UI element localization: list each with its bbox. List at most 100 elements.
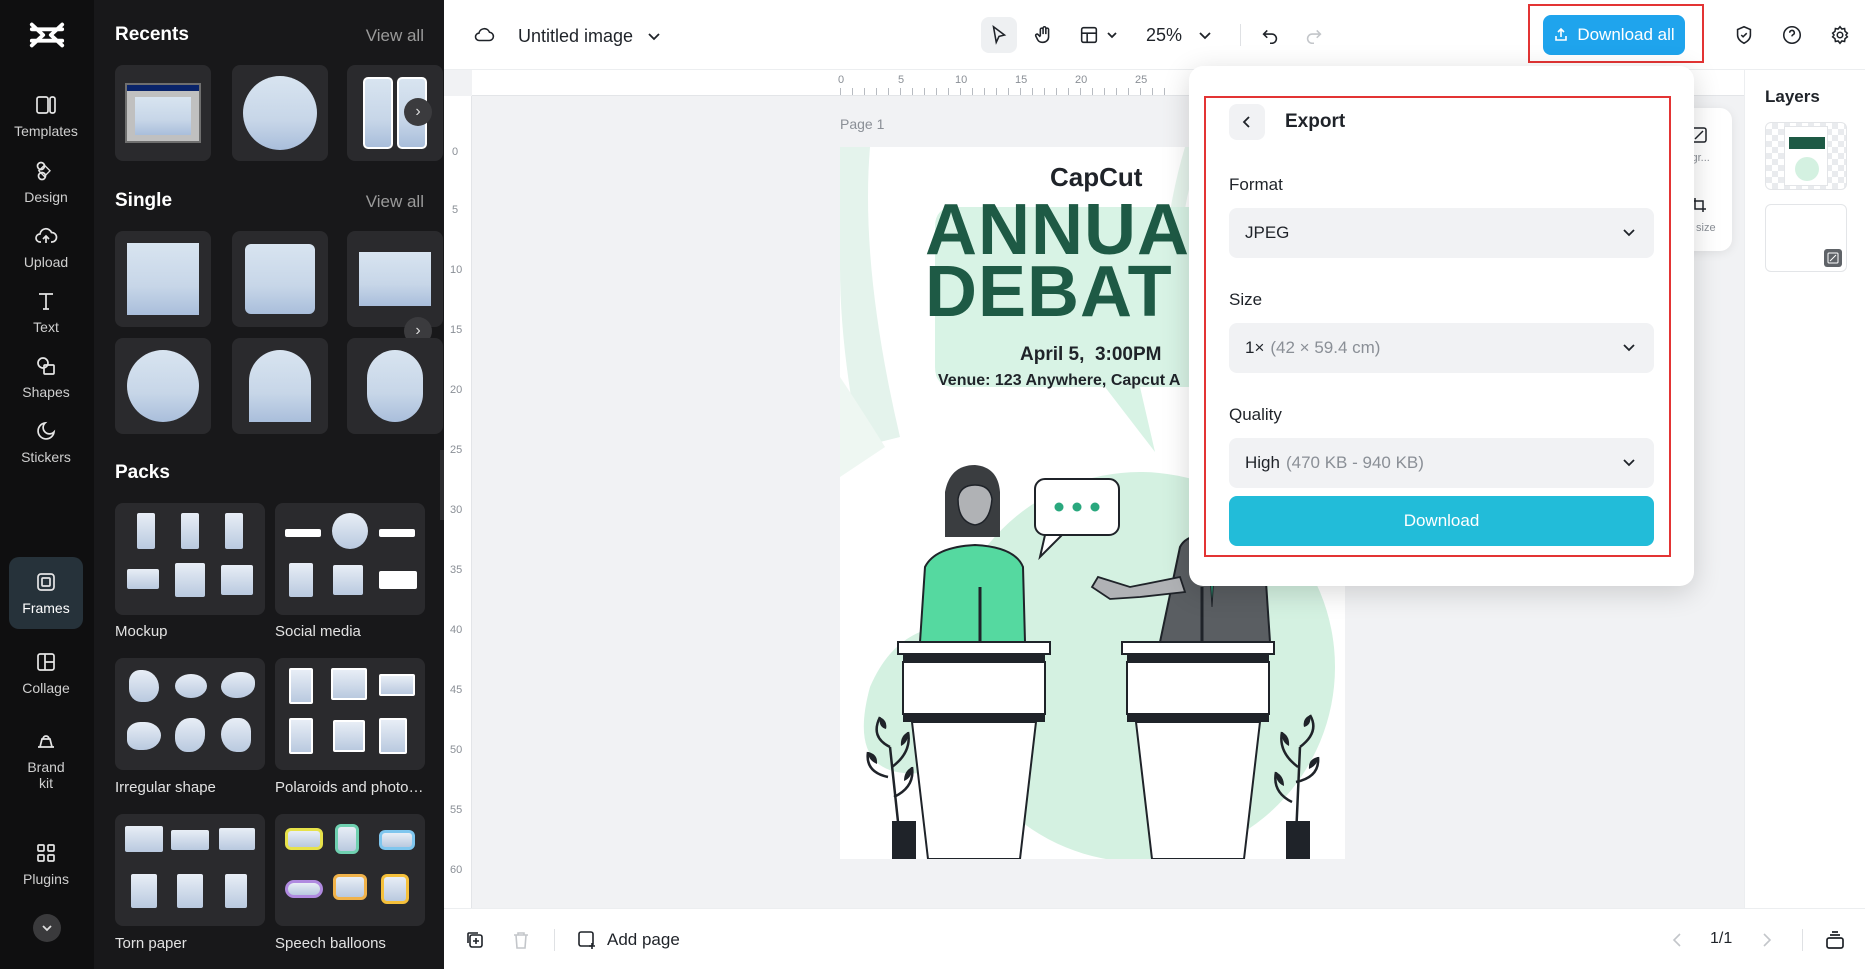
ruler-label: 20: [450, 384, 463, 396]
left-rail: Templates Design Upload Text Shapes Stic…: [0, 0, 94, 969]
rail-item-templates[interactable]: Templates: [9, 80, 83, 152]
brand-kit-icon: [38, 735, 54, 748]
recents-next-button[interactable]: ›: [404, 98, 432, 126]
poster-venue: Venue: 123 Anywhere, Capcut A: [938, 372, 1181, 389]
zoom-dropdown[interactable]: 25%: [1146, 17, 1212, 53]
rail-item-text[interactable]: Text: [9, 276, 83, 348]
pack-torn-paper[interactable]: [115, 814, 265, 926]
recent-frame-thumb[interactable]: [115, 65, 211, 161]
frames-icon: [37, 573, 55, 591]
pack-polaroids[interactable]: [275, 658, 425, 770]
help-icon: [1782, 25, 1802, 45]
rail-item-plugins[interactable]: Plugins: [9, 828, 83, 900]
pack-label: Irregular shape: [115, 779, 216, 796]
duplicate-page-button[interactable]: [464, 929, 486, 951]
settings-button[interactable]: [1822, 17, 1858, 53]
single-frame-thumb[interactable]: [232, 338, 328, 434]
add-page-label: Add page: [607, 930, 680, 949]
layers-title: Layers: [1765, 87, 1820, 106]
rail-label: Collage: [22, 680, 70, 696]
rail-item-brand-kit[interactable]: Brand kit: [9, 718, 83, 802]
ruler-label: 60: [450, 864, 463, 876]
chevron-down-icon: [648, 33, 660, 41]
capcut-logo-icon[interactable]: [28, 18, 66, 52]
single-frame-thumb[interactable]: [115, 338, 211, 434]
single-frame-thumb[interactable]: [347, 231, 443, 327]
ruler-label: 25: [1135, 74, 1148, 86]
download-all-highlight: [1528, 4, 1704, 63]
layout-dropdown[interactable]: [1078, 17, 1118, 53]
recents-view-all-link[interactable]: View all: [366, 26, 424, 46]
pack-label: Social media: [275, 623, 361, 640]
ruler-label: 35: [450, 564, 463, 576]
add-page-button[interactable]: Add page: [577, 926, 680, 954]
redo-icon: [1306, 29, 1322, 45]
tool-label: size: [1696, 222, 1716, 234]
page-counter: 1/1: [1710, 930, 1733, 947]
delete-page-button[interactable]: [510, 929, 532, 951]
layer-thumb-poster[interactable]: [1765, 122, 1847, 190]
recent-frame-thumb[interactable]: [232, 65, 328, 161]
rail-label: Upload: [23, 254, 69, 270]
ruler-label: 20: [1075, 74, 1088, 86]
pack-label: Torn paper: [115, 935, 187, 952]
page-manager-button[interactable]: [1822, 927, 1848, 953]
ruler-ticks: [840, 88, 1170, 95]
rail-label: Shapes: [22, 384, 70, 400]
zoom-level: 25%: [1146, 24, 1183, 45]
next-page-button[interactable]: [1756, 929, 1778, 951]
rail-item-frames[interactable]: Frames: [9, 557, 83, 629]
shapes-icon: [37, 357, 55, 375]
single-frame-thumb[interactable]: [232, 231, 328, 327]
pack-irregular-shape[interactable]: [115, 658, 265, 770]
pack-social-media[interactable]: [275, 503, 425, 615]
recents-title: Recents: [115, 24, 189, 45]
rail-label: Text: [33, 319, 59, 335]
layer-thumb-background[interactable]: [1765, 204, 1847, 272]
page-label: Page 1: [840, 116, 885, 132]
ruler-label: 45: [450, 684, 463, 696]
ruler-label: 30: [450, 504, 463, 516]
duplicate-icon: [467, 932, 483, 948]
rail-label: Stickers: [21, 449, 71, 465]
ruler-label: 10: [955, 74, 968, 86]
previous-page-button[interactable]: [1666, 929, 1688, 951]
chevron-down-icon: [42, 925, 52, 932]
rail-item-upload[interactable]: Upload: [9, 211, 83, 283]
frames-panel: Recents View all › Single View all › Pac…: [94, 0, 444, 969]
rail-item-stickers[interactable]: Stickers: [9, 406, 83, 478]
single-frame-thumb[interactable]: [115, 231, 211, 327]
rail-item-collage[interactable]: Collage: [9, 637, 83, 709]
rail-item-shapes[interactable]: Shapes: [9, 341, 83, 413]
templates-icon: [36, 96, 56, 114]
design-icon: [36, 161, 51, 181]
redo-button[interactable]: [1296, 17, 1332, 53]
trash-icon: [514, 932, 528, 949]
document-title-dropdown[interactable]: Untitled image: [518, 22, 661, 50]
export-highlight: [1204, 96, 1671, 557]
single-view-all-link[interactable]: View all: [366, 192, 424, 212]
document-title: Untitled image: [518, 25, 634, 46]
vertical-ruler: 0 5 10 15 20 25 30 35 40 45 50 55 60: [444, 96, 472, 908]
shield-button[interactable]: [1726, 17, 1762, 53]
rail-more-button[interactable]: [33, 914, 61, 942]
hand-tool-button[interactable]: [1026, 17, 1062, 53]
poster-brand: CapCut: [1050, 162, 1143, 192]
cloud-save-icon[interactable]: [466, 17, 502, 53]
select-tool-button[interactable]: [981, 17, 1017, 53]
add-page-icon: [578, 931, 595, 949]
chevron-left-icon: [1672, 933, 1681, 947]
pack-label: Polaroids and photo f...: [275, 779, 427, 796]
pack-mockup[interactable]: [115, 503, 265, 615]
single-frame-thumb[interactable]: [347, 338, 443, 434]
plugins-icon: [37, 844, 55, 862]
background-layer-icon: [1824, 249, 1842, 267]
bottom-divider: [1802, 929, 1803, 951]
chevron-right-icon: [1763, 933, 1772, 947]
rail-item-design[interactable]: Design: [9, 146, 83, 218]
undo-button[interactable]: [1252, 17, 1288, 53]
help-button[interactable]: [1774, 17, 1810, 53]
hand-icon: [1034, 26, 1050, 44]
ruler-label: 50: [450, 744, 463, 756]
pack-speech-balloons[interactable]: [275, 814, 425, 926]
